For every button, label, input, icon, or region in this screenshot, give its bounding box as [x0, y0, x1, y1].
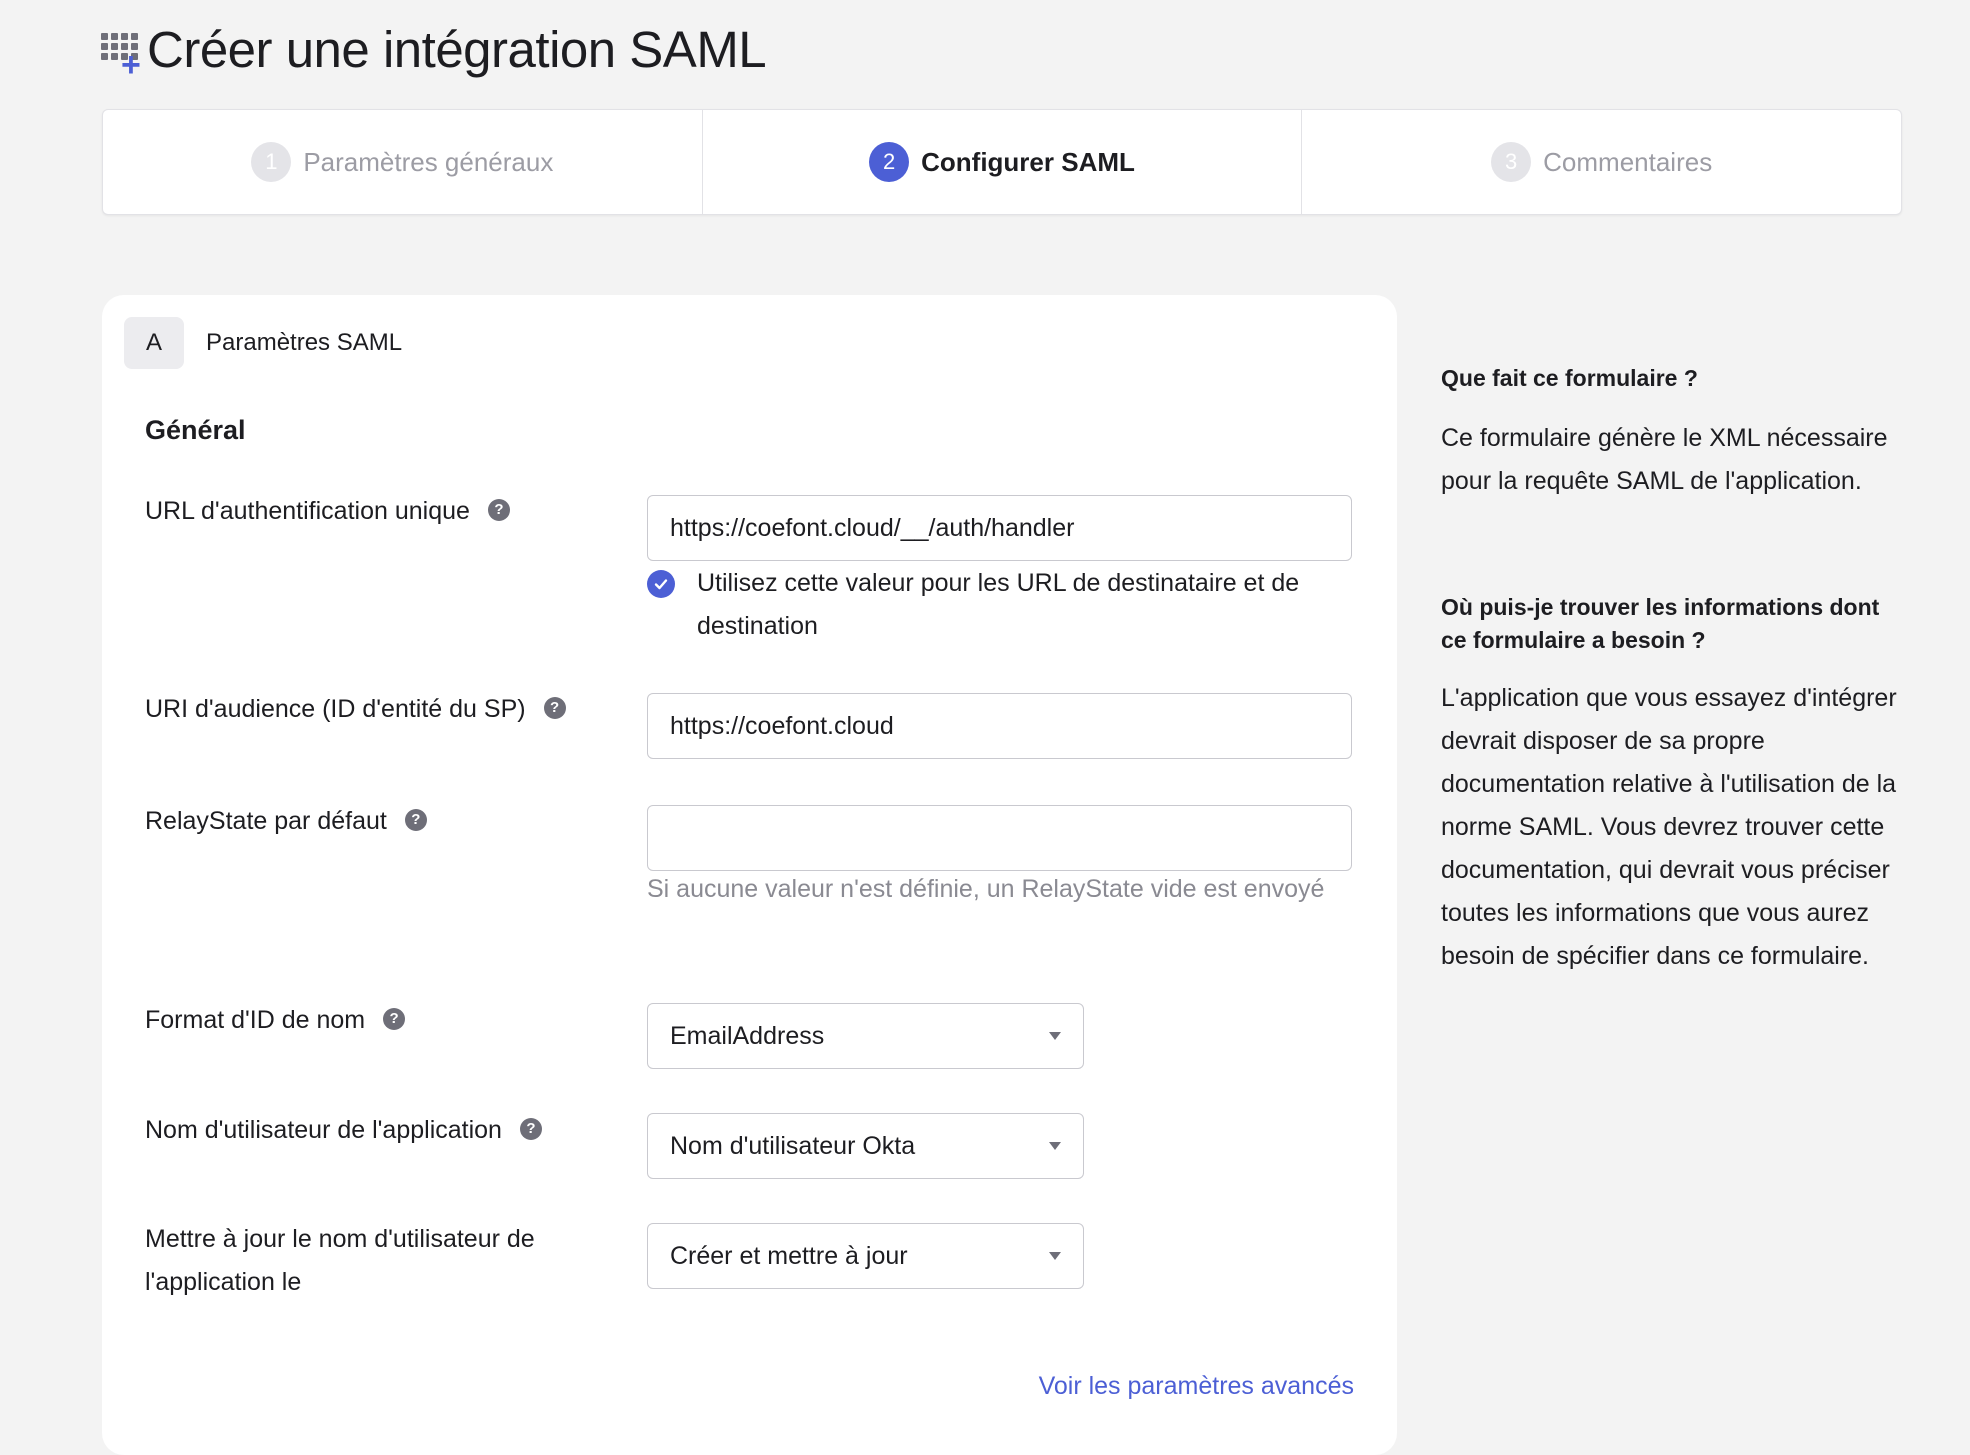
relay-state-input[interactable]	[647, 805, 1352, 871]
general-subheading: Général	[145, 415, 246, 445]
update-username-select[interactable]: Créer et mettre à jour	[647, 1223, 1084, 1289]
section-letter-badge: A	[124, 317, 184, 369]
help-icon[interactable]: ?	[543, 697, 566, 720]
name-id-format-label-text: Format d'ID de nom	[145, 1006, 366, 1034]
select-value: Nom d'utilisateur Okta	[670, 1131, 916, 1160]
sidebar-answer-2: L'application que vous essayez d'intégre…	[1441, 684, 1897, 970]
help-icon[interactable]: ?	[519, 1118, 542, 1141]
step-number: 1	[251, 142, 292, 182]
wizard-stepper: 1 Paramètres généraux 2 Configurer SAML …	[102, 109, 1902, 215]
sso-url-label-text: URL d'authentification unique	[145, 497, 470, 525]
step-feedback: 3 Commentaires	[1302, 110, 1901, 214]
name-id-format-label: Format d'ID de nom?	[145, 999, 406, 1042]
step-number: 2	[869, 142, 910, 182]
relay-state-label: RelayState par défaut?	[145, 800, 427, 843]
sidebar-question-2-text: Où puis-je trouver les informations dont…	[1441, 594, 1880, 653]
app-username-label-text: Nom d'utilisateur de l'application	[145, 1116, 502, 1144]
app-username-label: Nom d'utilisateur de l'application?	[145, 1109, 542, 1152]
name-id-format-select[interactable]: EmailAddress	[647, 1003, 1084, 1069]
audience-uri-label: URI d'audience (ID d'entité du SP)?	[145, 688, 566, 731]
checkbox-checked[interactable]	[647, 570, 675, 598]
help-icon[interactable]: ?	[383, 1008, 406, 1031]
step-label: Commentaires	[1543, 146, 1713, 177]
help-icon[interactable]: ?	[404, 809, 427, 832]
section-title: Paramètres SAML	[206, 329, 403, 356]
advanced-settings-link[interactable]: Voir les paramètres avancés	[1039, 1372, 1354, 1401]
audience-uri-label-text: URI d'audience (ID d'entité du SP)	[145, 695, 526, 723]
step-number: 3	[1491, 142, 1532, 182]
audience-uri-input[interactable]: https://coefont.cloud	[647, 693, 1352, 759]
sidebar-question-1-text: Que fait ce formulaire ?	[1441, 365, 1698, 391]
sso-url-input[interactable]: https://coefont.cloud/__/auth/handler	[647, 495, 1352, 561]
step-label: Configurer SAML	[921, 146, 1135, 177]
relay-state-hint: Si aucune valeur n'est définie, un Relay…	[647, 875, 1325, 903]
recipient-checkbox-row[interactable]: Utilisez cette valeur pour les URL de de…	[647, 562, 1352, 648]
sidebar-answer-1: Ce formulaire génère le XML nécessaire p…	[1441, 424, 1888, 495]
saml-settings-card: A Paramètres SAML Général URL d'authenti…	[102, 295, 1397, 1455]
step-configure-saml: 2 Configurer SAML	[703, 110, 1303, 214]
step-label: Paramètres généraux	[303, 146, 554, 177]
checkmark-icon	[654, 579, 668, 590]
page-header: + Créer une intégration SAML	[101, 20, 767, 82]
section-header: A Paramètres SAML	[124, 317, 402, 369]
select-value: EmailAddress	[670, 1021, 825, 1050]
app-grid-add-icon: +	[101, 23, 145, 82]
relay-state-label-text: RelayState par défaut	[145, 807, 387, 835]
help-icon[interactable]: ?	[487, 499, 510, 522]
select-value: Créer et mettre à jour	[670, 1241, 908, 1270]
page-title: Créer une intégration SAML	[147, 21, 767, 78]
caret-down-icon	[1049, 1252, 1061, 1260]
sso-url-label: URL d'authentification unique?	[145, 490, 510, 533]
recipient-checkbox-label: Utilisez cette valeur pour les URL de de…	[697, 569, 1300, 640]
caret-down-icon	[1049, 1032, 1061, 1040]
sidebar-question-2: Où puis-je trouver les informations dont…	[1441, 591, 1907, 657]
sidebar-question-1: Que fait ce formulaire ?	[1441, 362, 1907, 395]
update-username-label: Mettre à jour le nom d'utilisateur de l'…	[145, 1225, 535, 1296]
app-username-select[interactable]: Nom d'utilisateur Okta	[647, 1113, 1084, 1179]
step-general-settings: 1 Paramètres généraux	[103, 110, 703, 214]
caret-down-icon	[1049, 1142, 1061, 1150]
